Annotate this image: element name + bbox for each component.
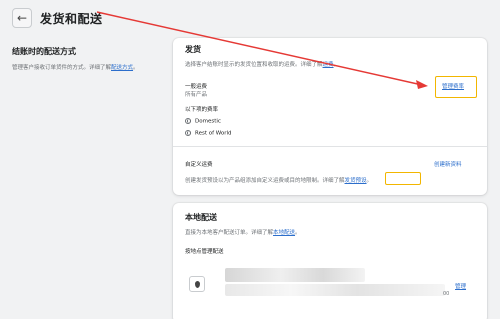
local-delivery-title: 本地配送 (185, 213, 217, 222)
globe-icon (185, 118, 191, 124)
divider (173, 146, 487, 147)
section-description: 管理客户接收订单货件的方式。详细了解配送方式。 (12, 65, 139, 71)
create-profile-link[interactable]: 创建新资料 (434, 160, 462, 168)
location-pin-icon (189, 276, 205, 292)
shipping-card: 发货 选择客户结账时显示的发货位置和收取的运费。详细了解运费。 一般运费 所有产… (173, 38, 487, 195)
shipping-methods-link[interactable]: 配送方式 (111, 65, 133, 71)
local-delivery-description: 直接为本地客户配送订单。详细了解本地配送。 (185, 230, 301, 236)
redacted-location-name (225, 268, 365, 282)
section-title: 结账时的配送方式 (12, 47, 76, 56)
rates-for-label: 以下项的费率 (185, 107, 219, 113)
page-title: 发货和配送 (40, 12, 103, 26)
highlight-shipping-presets (385, 172, 421, 185)
zone-rest-of-world: Rest of World (185, 130, 232, 137)
manage-location-link[interactable]: 管理 (455, 282, 466, 290)
shipping-card-title: 发货 (185, 45, 201, 54)
back-button[interactable]: ← (12, 8, 32, 28)
redacted-location-address (225, 284, 445, 296)
custom-rates-label: 自定义运费 (185, 162, 213, 168)
arrow-left-icon: ← (16, 11, 28, 25)
location-suffix: 00 (443, 291, 450, 297)
general-rates-label: 一般运费 (185, 84, 208, 90)
manage-by-location-label: 按地点管理配送 (185, 249, 224, 255)
rates-link[interactable]: 运费 (323, 62, 334, 68)
location-row: 00 管理 (185, 262, 475, 308)
zone-domestic: Domestic (185, 118, 221, 125)
shipping-card-description: 选择客户结账时显示的发货位置和收取的运费。详细了解运费。 (185, 62, 340, 68)
all-products-text: 所有产品 (185, 92, 208, 98)
globe-icon (185, 130, 191, 136)
highlight-manage-rates (435, 76, 477, 98)
shipping-presets-link[interactable]: 发货预设 (345, 178, 367, 184)
custom-rates-description: 创建发货预设以为产品组添加自定义运费或目的地限制。详细了解发货预设。 (185, 178, 373, 184)
local-delivery-link[interactable]: 本地配送 (273, 230, 295, 236)
